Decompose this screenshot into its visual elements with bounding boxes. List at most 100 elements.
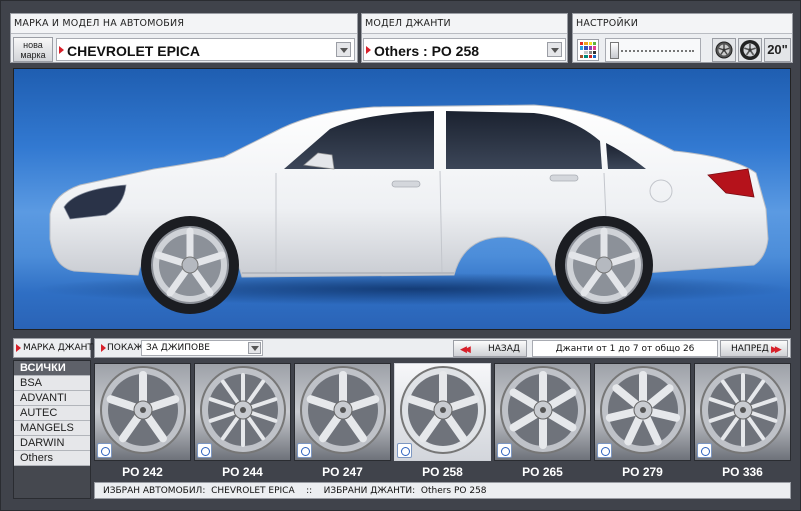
new-brand-button[interactable]: нова марка bbox=[13, 37, 53, 62]
new-brand-label-line2: марка bbox=[20, 50, 46, 60]
slider-thumb[interactable] bbox=[610, 42, 619, 59]
back-button-label: НАЗАД bbox=[488, 344, 520, 354]
height-slider[interactable] bbox=[605, 38, 701, 62]
brand-item[interactable]: AUTEC bbox=[14, 406, 90, 421]
double-arrow-right-icon: ▶▶ bbox=[771, 345, 782, 355]
rim-thumbnail[interactable]: PO 258 bbox=[394, 363, 491, 480]
color-swatch[interactable] bbox=[580, 46, 584, 50]
rim-thumbnail[interactable]: PO 279 bbox=[594, 363, 691, 480]
brand-item[interactable]: DARWIN bbox=[14, 436, 90, 451]
color-swatch[interactable] bbox=[588, 42, 592, 46]
chevron-down-icon[interactable] bbox=[547, 42, 562, 57]
zoom-icon[interactable] bbox=[597, 443, 612, 458]
brand-item[interactable]: BSA bbox=[14, 376, 90, 391]
color-swatch[interactable] bbox=[592, 50, 596, 54]
next-button[interactable]: НАПРЕД ▶▶ bbox=[720, 340, 788, 357]
app-frame: МАРКА И МОДЕЛ НА АВТОМОБИЯ нова марка CH… bbox=[0, 0, 801, 511]
rim-thumbnail[interactable]: PO 242 bbox=[94, 363, 191, 480]
rim-label: PO 336 bbox=[722, 465, 763, 479]
rear-wheel bbox=[555, 216, 653, 314]
red-arrow-icon bbox=[366, 46, 371, 54]
car-model-panel: МАРКА И МОДЕЛ НА АВТОМОБИЯ нова марка CH… bbox=[10, 13, 358, 63]
rim-model-value: Others : PO 258 bbox=[374, 43, 480, 59]
rim-image-frame[interactable] bbox=[494, 363, 591, 461]
color-palette-icon[interactable] bbox=[577, 39, 599, 61]
rim-label: PO 279 bbox=[622, 465, 663, 479]
rim-image-frame[interactable] bbox=[94, 363, 191, 461]
rim-model-dropdown[interactable]: Others : PO 258 bbox=[363, 38, 566, 61]
rim-thumbnails: PO 242 PO 244 PO 247 PO 258 PO 265 PO 279 PO 3… bbox=[94, 360, 791, 480]
status-separator: :: bbox=[306, 486, 313, 496]
status-rim-value: Others PO 258 bbox=[420, 486, 487, 496]
brand-item[interactable]: MANGELS bbox=[14, 421, 90, 436]
rim-brand-list: ВСИЧКИ BSA ADVANTI AUTEC MANGELS DARWIN Others bbox=[13, 360, 91, 499]
rim-thumbnail[interactable]: PO 247 bbox=[294, 363, 391, 480]
brand-item[interactable]: ADVANTI bbox=[14, 391, 90, 406]
rim-thumbnail[interactable]: PO 265 bbox=[494, 363, 591, 480]
rim-image-frame[interactable] bbox=[594, 363, 691, 461]
show-filter-select[interactable]: ЗА ДЖИПОВЕ bbox=[141, 340, 263, 356]
zoom-icon[interactable] bbox=[497, 443, 512, 458]
color-swatch[interactable] bbox=[584, 54, 588, 58]
color-swatch[interactable] bbox=[588, 46, 592, 50]
chevron-down-icon[interactable] bbox=[248, 342, 261, 354]
zoom-icon[interactable] bbox=[197, 443, 212, 458]
color-swatch[interactable] bbox=[592, 54, 596, 58]
slider-track bbox=[614, 50, 694, 52]
filter-bar: ПОКАЖИ ЗА ДЖИПОВЕ ◀◀ НАЗАД Джанти от 1 д… bbox=[94, 338, 791, 358]
rim-thumbnail[interactable]: PO 244 bbox=[194, 363, 291, 480]
zoom-icon[interactable] bbox=[697, 443, 712, 458]
tyre-view-button[interactable] bbox=[738, 38, 762, 62]
rim-image-frame[interactable] bbox=[694, 363, 791, 461]
rim-size-button[interactable]: 20" bbox=[764, 38, 791, 62]
rim-thumbnail[interactable]: PO 336 bbox=[694, 363, 791, 480]
rim-image-frame[interactable] bbox=[394, 363, 491, 461]
rim-brand-header: МАРКА ДЖАНТИ bbox=[13, 338, 100, 358]
new-brand-label-line1: нова bbox=[23, 40, 43, 50]
double-arrow-left-icon: ◀◀ bbox=[460, 345, 471, 355]
brand-item[interactable]: ВСИЧКИ bbox=[14, 361, 90, 376]
status-car-value: CHEVROLET EPICA bbox=[211, 486, 295, 496]
color-swatch[interactable] bbox=[584, 50, 588, 54]
color-swatch[interactable] bbox=[580, 54, 584, 58]
color-swatch[interactable] bbox=[592, 46, 596, 50]
status-rim-label: ИЗБРАНИ ДЖАНТИ: bbox=[323, 486, 416, 496]
car-illustration bbox=[34, 104, 790, 314]
color-swatch[interactable] bbox=[592, 42, 596, 46]
color-swatch[interactable] bbox=[580, 42, 584, 46]
car-model-value: CHEVROLET EPICA bbox=[67, 43, 201, 59]
color-swatch[interactable] bbox=[580, 50, 584, 54]
red-arrow-icon bbox=[101, 344, 106, 352]
tyre-icon bbox=[740, 40, 760, 60]
rim-label: PO 242 bbox=[122, 465, 163, 479]
next-button-label: НАПРЕД bbox=[731, 344, 769, 354]
status-car-label: ИЗБРАН АВТОМОБИЛ: bbox=[103, 486, 206, 496]
rim-label: PO 244 bbox=[222, 465, 263, 479]
show-filter-value: ЗА ДЖИПОВЕ bbox=[146, 343, 210, 353]
zoom-icon[interactable] bbox=[397, 443, 412, 458]
color-swatch[interactable] bbox=[588, 50, 592, 54]
back-button[interactable]: ◀◀ НАЗАД bbox=[453, 340, 527, 357]
front-wheel bbox=[141, 216, 239, 314]
rim-image-frame[interactable] bbox=[194, 363, 291, 461]
zoom-icon[interactable] bbox=[297, 443, 312, 458]
range-text: Джанти от 1 до 7 от общо 26 bbox=[532, 340, 718, 357]
car-model-dropdown[interactable]: CHEVROLET EPICA bbox=[56, 38, 355, 61]
status-bar: ИЗБРАН АВТОМОБИЛ: CHEVROLET EPICA :: ИЗБ… bbox=[94, 482, 791, 499]
rim-view-button[interactable] bbox=[712, 38, 736, 62]
rim-label: PO 258 bbox=[422, 465, 463, 479]
rim-model-panel: МОДЕЛ ДЖАНТИ Others : PO 258 bbox=[361, 13, 568, 63]
rim-model-panel-title: МОДЕЛ ДЖАНТИ bbox=[362, 14, 567, 34]
red-arrow-icon bbox=[16, 344, 21, 352]
rim-image-frame[interactable] bbox=[294, 363, 391, 461]
brand-item[interactable]: Others bbox=[14, 451, 90, 466]
red-arrow-icon bbox=[59, 46, 64, 54]
chevron-down-icon[interactable] bbox=[336, 42, 351, 57]
color-swatch[interactable] bbox=[584, 42, 588, 46]
color-swatch[interactable] bbox=[588, 54, 592, 58]
rim-label: PO 247 bbox=[322, 465, 363, 479]
zoom-icon[interactable] bbox=[97, 443, 112, 458]
color-swatch[interactable] bbox=[584, 46, 588, 50]
rim-small-icon bbox=[715, 41, 733, 59]
settings-panel-title: НАСТРОЙКИ bbox=[573, 14, 792, 34]
